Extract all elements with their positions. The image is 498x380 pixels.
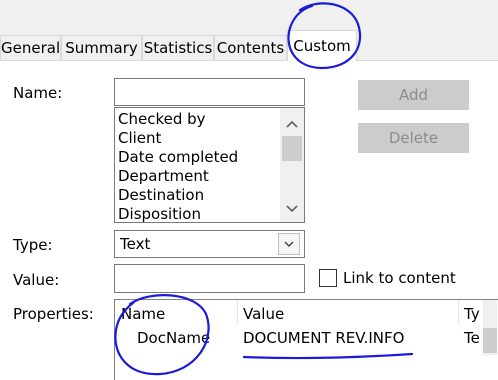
value-label: Value: — [13, 271, 60, 289]
scroll-down-icon[interactable] — [283, 201, 301, 217]
value-input[interactable] — [114, 264, 305, 293]
properties-scrollbar[interactable] — [483, 300, 497, 355]
list-item[interactable]: Checked by — [118, 110, 206, 129]
row-name-cell: DocName — [137, 329, 211, 347]
type-label: Type: — [13, 236, 53, 254]
tab-summary[interactable]: Summary — [61, 35, 142, 60]
name-listbox[interactable]: Checked by Client Date completed Departm… — [114, 107, 305, 223]
tab-strip-border — [0, 60, 498, 61]
delete-button[interactable]: Delete — [358, 123, 469, 153]
name-label: Name: — [13, 84, 63, 102]
tab-custom[interactable]: Custom — [287, 30, 357, 61]
column-header-value[interactable]: Value — [243, 305, 284, 323]
properties-scroll-thumb[interactable] — [483, 328, 497, 353]
column-separator[interactable] — [458, 300, 459, 324]
listbox-scrollbar[interactable] — [280, 108, 304, 222]
row-value-cell: DOCUMENT REV.INFO — [243, 329, 405, 347]
column-separator[interactable] — [237, 300, 238, 324]
type-select-value: Text — [120, 235, 151, 253]
name-input[interactable] — [114, 78, 305, 106]
type-select[interactable]: Text — [114, 230, 305, 258]
scroll-thumb[interactable] — [282, 136, 302, 161]
list-item[interactable]: Department — [118, 167, 209, 186]
table-row[interactable]: DocName DOCUMENT REV.INFO Te — [115, 326, 497, 352]
row-type-cell: Te — [464, 329, 480, 347]
list-item[interactable]: Client — [118, 129, 161, 148]
link-to-content-checkbox[interactable] — [319, 269, 337, 287]
list-item[interactable]: Date completed — [118, 148, 238, 167]
properties-list[interactable]: Name Value Ty DocName DOCUMENT REV.INFO … — [114, 299, 498, 380]
column-header-name[interactable]: Name — [121, 305, 165, 323]
tab-general[interactable]: General — [0, 35, 61, 60]
tab-statistics[interactable]: Statistics — [142, 35, 214, 60]
list-item[interactable]: Destination — [118, 186, 204, 205]
tab-contents[interactable]: Contents — [214, 35, 287, 60]
chevron-down-icon — [284, 241, 294, 247]
list-item[interactable]: Disposition — [118, 205, 201, 222]
add-button[interactable]: Add — [358, 80, 469, 110]
properties-label: Properties: — [13, 305, 94, 323]
link-to-content-label: Link to content — [343, 269, 456, 287]
scroll-up-icon[interactable] — [283, 116, 301, 132]
type-dropdown-button[interactable] — [278, 233, 300, 255]
column-header-type[interactable]: Ty — [464, 305, 480, 323]
